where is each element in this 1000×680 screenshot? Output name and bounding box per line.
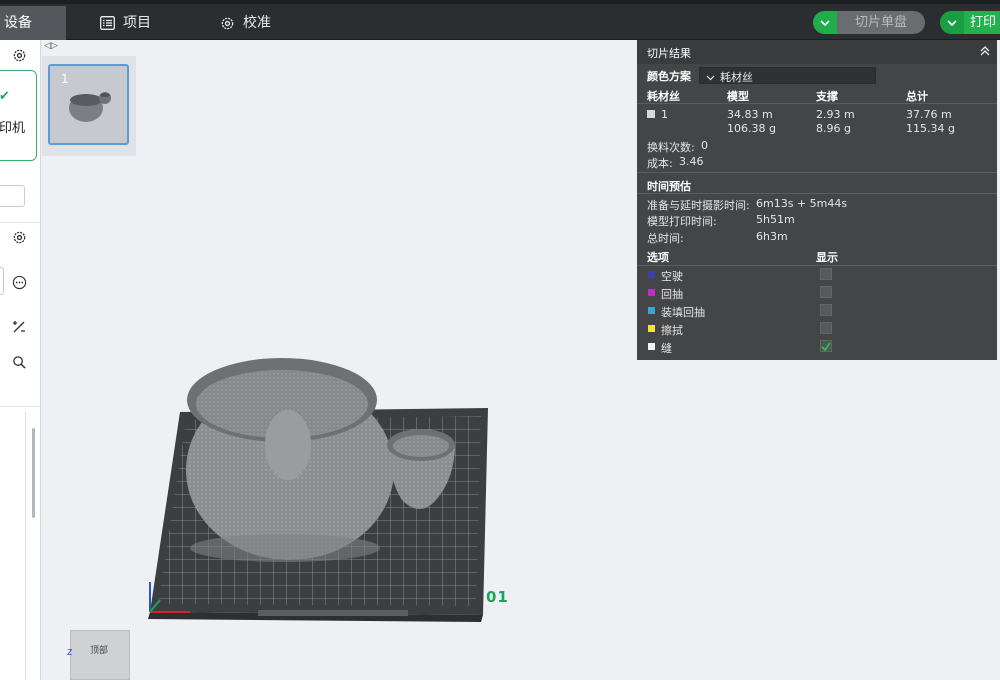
- filament-slot[interactable]: [0, 267, 4, 295]
- divider: [637, 103, 997, 104]
- slice-result-panel: 切片结果 颜色方案 耗材丝 耗材丝 模型 支撑 总计 1 34.83 m 106…: [637, 40, 997, 360]
- col-header-model: 模型: [727, 90, 749, 103]
- total-weight: 115.34 g: [906, 122, 955, 135]
- tab-device-label: 设备: [4, 15, 32, 31]
- total-time-label: 总时间:: [647, 232, 684, 245]
- printer-label: 印机: [0, 121, 26, 136]
- col-header-total: 总计: [906, 90, 928, 103]
- build-plate[interactable]: [148, 408, 488, 622]
- col-header-filament: 耗材丝: [647, 90, 680, 103]
- display-checkbox[interactable]: [820, 340, 832, 352]
- percent-tool-icon[interactable]: [10, 318, 28, 336]
- color-swatch: [648, 325, 655, 332]
- chevron-down-icon[interactable]: [940, 11, 964, 34]
- model-weight: 106.38 g: [727, 122, 776, 135]
- option-row-wipe[interactable]: 擦拭: [637, 320, 997, 338]
- model-cup[interactable]: [387, 429, 455, 509]
- slice-result-title: 切片结果: [647, 47, 691, 60]
- filament-id: 1: [661, 108, 668, 121]
- cost-value: 3.46: [679, 155, 704, 168]
- prep-time-value: 6m13s + 5m44s: [756, 197, 848, 210]
- color-swatch: [648, 307, 655, 314]
- tab-calibration-label: 校准: [243, 15, 271, 31]
- option-row-unretract[interactable]: 装填回抽: [637, 302, 997, 320]
- sidebar-scrollbar[interactable]: [32, 428, 35, 518]
- support-length: 2.93 m: [816, 108, 855, 121]
- support-weight: 8.96 g: [816, 122, 851, 135]
- more-options-icon[interactable]: [10, 273, 28, 291]
- print-button[interactable]: 打印: [940, 11, 1000, 34]
- display-checkbox[interactable]: [820, 268, 832, 280]
- slice-plate-label: 切片单盘: [854, 15, 907, 30]
- model-print-time-label: 模型打印时间:: [647, 215, 717, 228]
- divider: [637, 172, 997, 173]
- search-icon[interactable]: [10, 353, 28, 371]
- divider: [0, 222, 40, 223]
- option-label: 装填回抽: [661, 306, 705, 319]
- color-scheme-select[interactable]: 耗材丝: [699, 67, 876, 84]
- tab-project[interactable]: 项目: [100, 6, 151, 40]
- display-checkbox[interactable]: [820, 322, 832, 334]
- prep-time-label: 准备与延时摄影时间:: [647, 199, 750, 212]
- option-row-travel[interactable]: 空驶: [637, 266, 997, 284]
- printer-card[interactable]: ✔ 印机: [0, 70, 37, 161]
- filament-changes-value: 0: [701, 139, 708, 152]
- checkmark-icon: [821, 342, 831, 351]
- axis-z-label: Z: [67, 648, 73, 657]
- display-checkbox[interactable]: [820, 286, 832, 298]
- view-cube-top-label: 顶部: [90, 646, 109, 656]
- cost-label: 成本:: [647, 157, 673, 170]
- tab-device[interactable]: 设备: [0, 6, 66, 40]
- option-label: 擦拭: [661, 324, 683, 337]
- tab-project-label: 项目: [123, 15, 151, 31]
- filament-settings-gear-icon[interactable]: [10, 228, 28, 246]
- print-label: 打印: [970, 15, 997, 30]
- model-print-time-value: 5h51m: [756, 213, 795, 226]
- option-label: 空驶: [661, 270, 683, 283]
- plate-type-field[interactable]: [0, 185, 25, 207]
- plate-number-label: 01: [486, 588, 509, 606]
- color-swatch: [648, 289, 655, 296]
- total-time-value: 6h3m: [756, 230, 788, 243]
- color-swatch: [648, 343, 655, 350]
- divider: [0, 406, 40, 407]
- gear-icon: [220, 16, 235, 31]
- option-row-retract[interactable]: 回抽: [637, 284, 997, 302]
- divider: [637, 193, 997, 194]
- chevron-down-icon: [706, 71, 715, 84]
- color-swatch: [648, 271, 655, 278]
- option-label: 回抽: [661, 288, 683, 301]
- time-estimate-title: 时间预估: [647, 180, 691, 193]
- check-icon: ✔: [0, 89, 10, 104]
- plate-thumbnail-image: [69, 92, 111, 122]
- printer-settings-gear-icon[interactable]: [10, 46, 28, 64]
- collapse-chevron-icon[interactable]: [979, 45, 991, 57]
- slice-plate-button[interactable]: 切片单盘: [813, 11, 925, 34]
- col-header-support: 支撑: [816, 90, 838, 103]
- settings-list: [0, 412, 26, 680]
- option-label: 缝: [661, 342, 672, 355]
- display-checkbox[interactable]: [820, 304, 832, 316]
- plate-thumbnail[interactable]: 1: [48, 64, 129, 145]
- display-header: 显示: [816, 251, 838, 264]
- top-bar: 设备 项目 校准 切片单盘 打印: [0, 0, 1000, 40]
- filament-changes-label: 换料次数:: [647, 141, 695, 154]
- view-cube[interactable]: 顶部: [70, 630, 130, 680]
- axis-gizmo: [149, 582, 190, 613]
- total-length: 37.76 m: [906, 108, 952, 121]
- filament-color-swatch: [647, 110, 655, 118]
- option-row-seam[interactable]: 缝: [637, 338, 997, 356]
- options-header: 选项: [647, 251, 669, 264]
- tab-calibration[interactable]: 校准: [220, 6, 271, 40]
- model-length: 34.83 m: [727, 108, 773, 121]
- chevron-down-icon[interactable]: [813, 11, 837, 34]
- model-bowl[interactable]: [186, 358, 394, 562]
- collapse-panel-icon[interactable]: ◁▷: [44, 41, 58, 51]
- title-strip: [0, 0, 1000, 4]
- color-scheme-value: 耗材丝: [720, 71, 753, 84]
- list-icon: [100, 16, 115, 30]
- left-sidebar: ✔ 印机: [0, 40, 41, 680]
- color-scheme-label: 颜色方案: [647, 70, 691, 83]
- slice-result-header[interactable]: 切片结果: [637, 40, 997, 64]
